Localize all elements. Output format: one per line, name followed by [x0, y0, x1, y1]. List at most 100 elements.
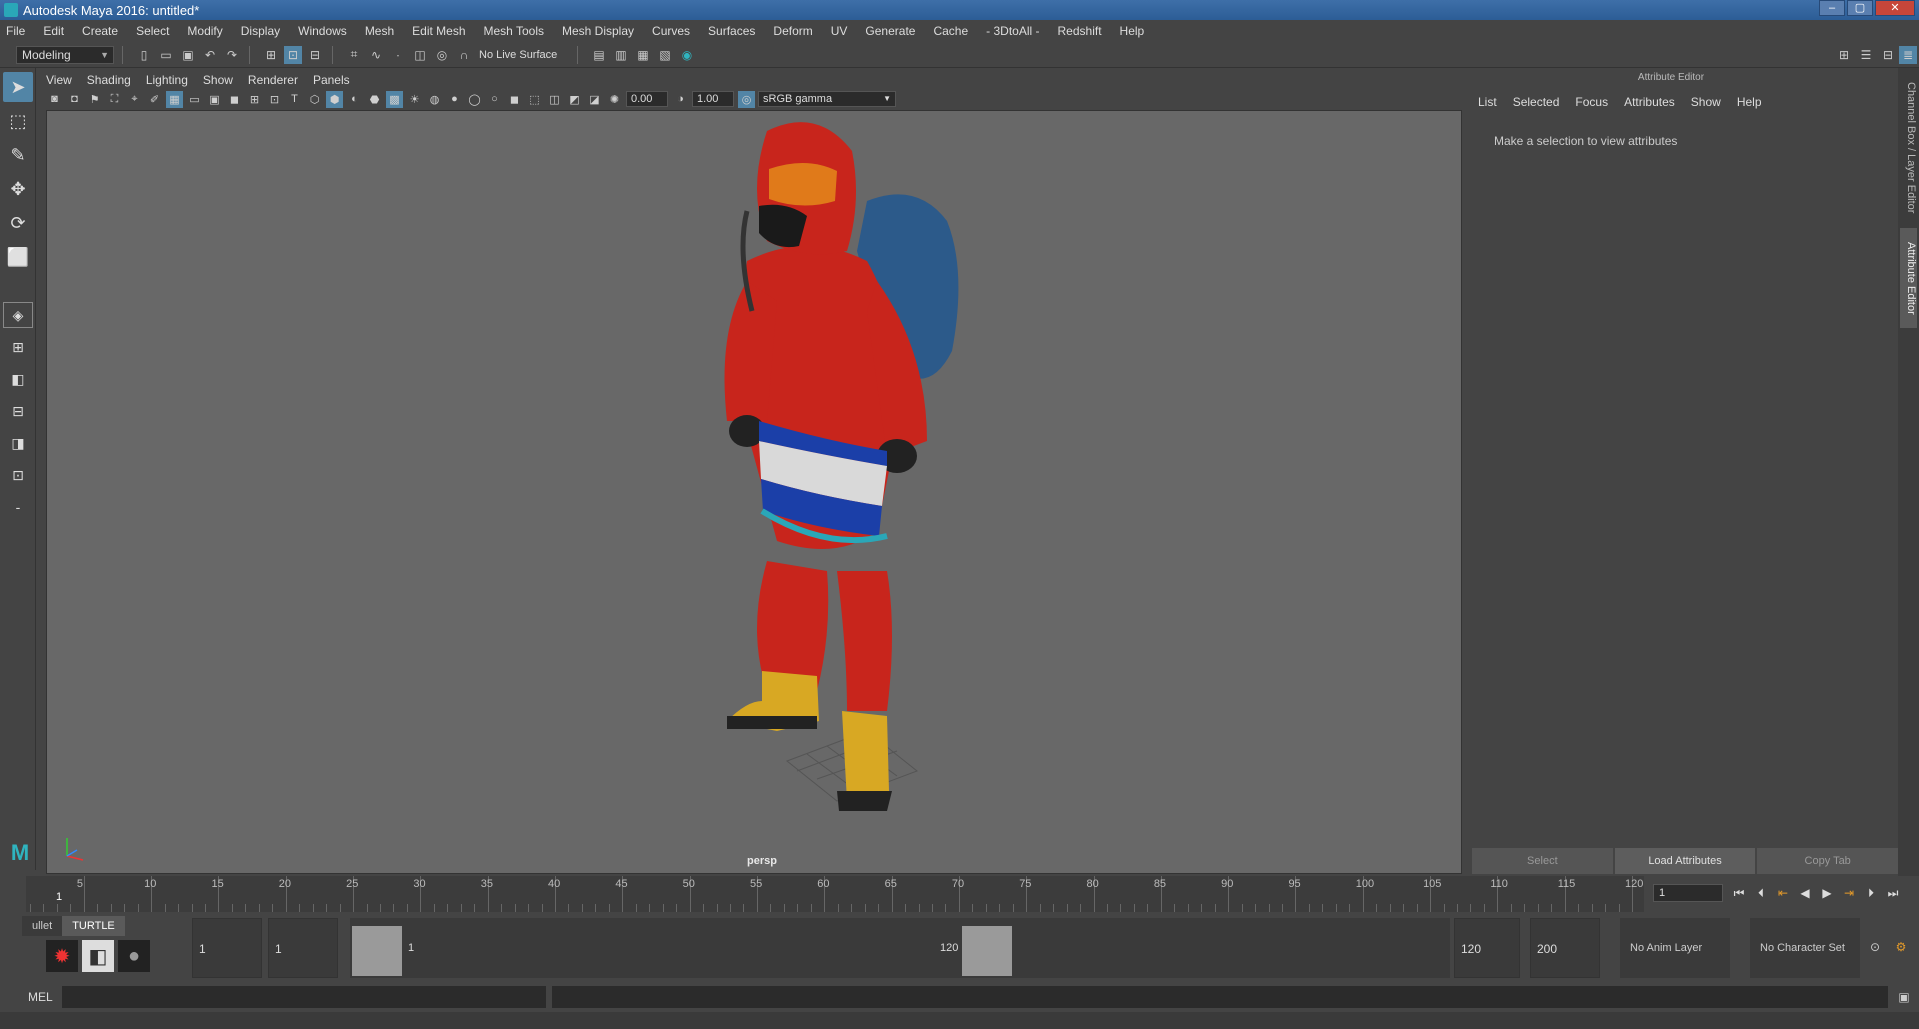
animation-end-field[interactable]: 200: [1530, 918, 1600, 978]
auto-key-icon[interactable]: ⊙: [1866, 938, 1884, 956]
panel-menu-shading[interactable]: Shading: [87, 73, 131, 87]
lasso-tool-icon[interactable]: ⬚: [3, 106, 33, 136]
image-plane-icon[interactable]: ⛶: [106, 91, 123, 108]
snap-live-icon[interactable]: ◎: [433, 46, 451, 64]
exposure-field[interactable]: 0.00: [626, 91, 668, 107]
shelf-tab-ullet[interactable]: ullet: [22, 916, 63, 936]
go-to-end-icon[interactable]: ⏭: [1884, 884, 1902, 902]
load-attributes-button[interactable]: Load Attributes: [1614, 848, 1756, 874]
shelf-tab-turtle[interactable]: TURTLE: [62, 916, 125, 936]
step-forward-icon[interactable]: ⏵: [1862, 884, 1880, 902]
snap-grid-icon[interactable]: ⌗: [345, 46, 363, 64]
panel-menu-panels[interactable]: Panels: [313, 73, 350, 87]
maximize-button[interactable]: ▢: [1847, 0, 1873, 16]
ae-menu-focus[interactable]: Focus: [1575, 95, 1608, 109]
redo-icon[interactable]: ↷: [223, 46, 241, 64]
open-scene-icon[interactable]: ▭: [157, 46, 175, 64]
channel-box-toggle-icon[interactable]: ≣: [1899, 45, 1917, 64]
menu-item-modify[interactable]: Modify: [187, 24, 222, 38]
safe-action-icon[interactable]: ⊡: [266, 91, 283, 108]
four-view-layout-icon[interactable]: ⊞: [3, 334, 33, 360]
wireframe-on-shaded-icon[interactable]: ⬣: [366, 91, 383, 108]
select-by-component-icon[interactable]: ⊟: [306, 46, 324, 64]
save-scene-icon[interactable]: ▣: [179, 46, 197, 64]
xray-active-icon[interactable]: ◩: [566, 91, 583, 108]
menu-item-display[interactable]: Display: [241, 24, 280, 38]
bookmark-icon[interactable]: ⚑: [86, 91, 103, 108]
toolbox-options-icon[interactable]: -: [3, 494, 33, 520]
select-button[interactable]: Select: [1472, 848, 1613, 874]
current-frame-field[interactable]: 1: [1653, 884, 1723, 902]
textured-icon[interactable]: ▩: [386, 90, 403, 108]
bullet-fire-icon[interactable]: ✹: [46, 940, 78, 972]
range-slider[interactable]: 1 120: [350, 918, 1450, 978]
character-set-dropdown[interactable]: No Character Set: [1750, 918, 1860, 978]
gamma-icon[interactable]: ◑: [672, 91, 689, 108]
rotate-tool-icon[interactable]: ⟳: [3, 208, 33, 238]
snap-magnet-icon[interactable]: ∩: [455, 46, 473, 64]
outliner-graph-layout-icon[interactable]: ◨: [3, 430, 33, 456]
minimize-button[interactable]: –: [1819, 0, 1845, 16]
menu-item-mesh-display[interactable]: Mesh Display: [562, 24, 634, 38]
render-view-icon[interactable]: ▤: [590, 46, 608, 64]
animation-start-field[interactable]: 1: [192, 918, 262, 978]
panel-menu-view[interactable]: View: [46, 73, 72, 87]
command-input[interactable]: [62, 986, 546, 1008]
scale-tool-icon[interactable]: ⬜: [3, 242, 33, 272]
undo-icon[interactable]: ↶: [201, 46, 219, 64]
range-end-handle[interactable]: [962, 926, 1012, 976]
play-backward-icon[interactable]: ◀: [1796, 884, 1814, 902]
select-by-hierarchy-icon[interactable]: ⊞: [262, 46, 280, 64]
workspace-icon[interactable]: ⊞: [1835, 46, 1853, 64]
multisample-aa-icon[interactable]: ○: [486, 91, 503, 108]
turtle-bake-icon[interactable]: ◧: [82, 940, 114, 972]
hypershade-icon[interactable]: ◉: [678, 46, 696, 64]
depth-of-field-icon[interactable]: ◼: [506, 91, 523, 108]
color-management-icon[interactable]: ◎: [738, 90, 755, 108]
ae-menu-help[interactable]: Help: [1737, 95, 1762, 109]
motion-blur-icon[interactable]: ◯: [466, 91, 483, 108]
playback-end-field[interactable]: 120: [1454, 918, 1520, 978]
paint-select-tool-icon[interactable]: ✎: [3, 140, 33, 170]
xray-icon[interactable]: ◫: [546, 91, 563, 108]
select-by-object-icon[interactable]: ⊡: [284, 45, 302, 64]
default-lighting-icon[interactable]: ◐: [346, 91, 363, 108]
render-settings-icon[interactable]: ▧: [656, 46, 674, 64]
animation-prefs-icon[interactable]: ⚙: [1892, 938, 1910, 956]
menu-item-mesh[interactable]: Mesh: [365, 24, 394, 38]
resolution-gate-icon[interactable]: ▣: [206, 91, 223, 108]
2d-pan-zoom-icon[interactable]: ⌖: [126, 91, 143, 108]
menu-item-edit[interactable]: Edit: [43, 24, 64, 38]
exposure-icon[interactable]: ✺: [606, 91, 623, 108]
step-back-key-icon[interactable]: ⇤: [1774, 884, 1792, 902]
view-transform-dropdown[interactable]: sRGB gamma: [758, 91, 896, 107]
script-editor-icon[interactable]: ▣: [1895, 988, 1913, 1006]
copy-tab-button[interactable]: Copy Tab: [1757, 848, 1899, 874]
persp-graph-layout-icon[interactable]: ⊟: [3, 398, 33, 424]
use-all-lights-icon[interactable]: ☀: [406, 91, 423, 108]
range-start-handle[interactable]: [352, 926, 402, 976]
menu-item-redshift[interactable]: Redshift: [1058, 24, 1102, 38]
single-perspective-layout-icon[interactable]: ◈: [3, 302, 33, 328]
outliner-layout-icon[interactable]: ☰: [1857, 46, 1875, 64]
camera-select-icon[interactable]: ◘: [66, 91, 83, 108]
panel-layout-icon[interactable]: ⊟: [1879, 46, 1897, 64]
isolate-select-icon[interactable]: ⬚: [526, 91, 543, 108]
panel-menu-renderer[interactable]: Renderer: [248, 73, 298, 87]
gate-mask-icon[interactable]: ◼: [226, 91, 243, 108]
xray-joints-icon[interactable]: ◪: [586, 91, 603, 108]
menu-item-windows[interactable]: Windows: [298, 24, 347, 38]
step-back-icon[interactable]: ⏴: [1752, 884, 1770, 902]
safe-title-icon[interactable]: T: [286, 91, 303, 108]
move-tool-icon[interactable]: ✥: [3, 174, 33, 204]
gamma-field[interactable]: 1.00: [692, 91, 734, 107]
film-gate-icon[interactable]: ▭: [186, 91, 203, 108]
render-frame-icon[interactable]: ▥: [612, 46, 630, 64]
snap-view-icon[interactable]: ◫: [411, 46, 429, 64]
menu-item-deform[interactable]: Deform: [773, 24, 812, 38]
menu-item-3dtoall[interactable]: - 3DtoAll -: [986, 24, 1039, 38]
anim-layer-dropdown[interactable]: No Anim Layer: [1620, 918, 1730, 978]
script-language-label[interactable]: MEL: [28, 990, 53, 1004]
menu-item-uv[interactable]: UV: [831, 24, 848, 38]
close-button[interactable]: ✕: [1875, 0, 1915, 16]
